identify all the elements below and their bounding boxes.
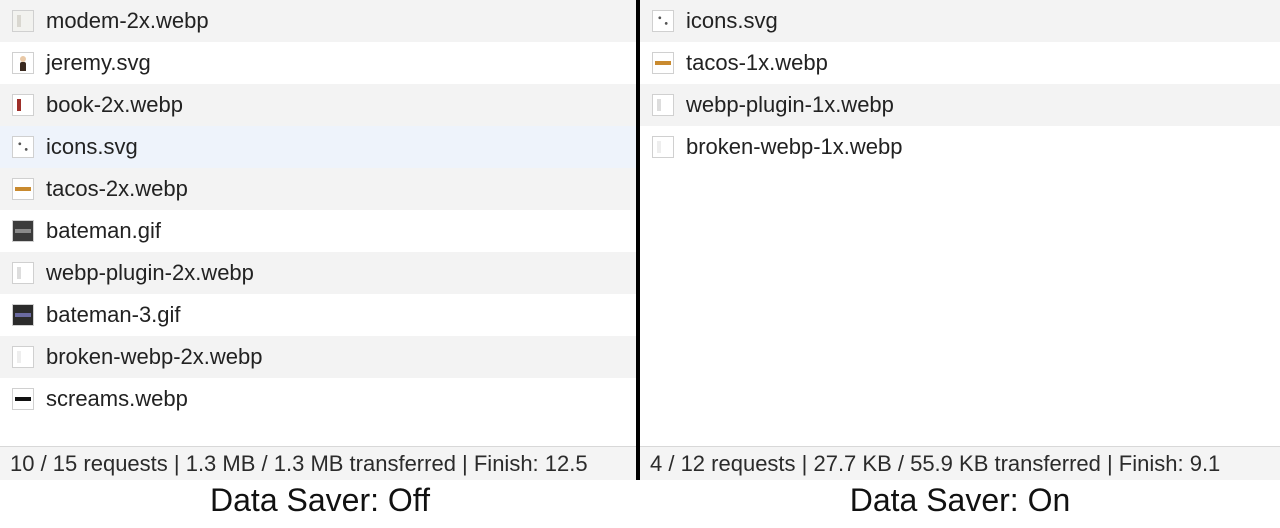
caption-left: Data Saver: Off xyxy=(0,480,640,528)
file-row[interactable]: broken-webp-2x.webp xyxy=(0,336,636,378)
file-thumbnail-icon xyxy=(12,220,34,242)
captions-row: Data Saver: Off Data Saver: On xyxy=(0,480,1280,528)
file-row[interactable]: webp-plugin-1x.webp xyxy=(640,84,1280,126)
file-row[interactable]: jeremy.svg xyxy=(0,42,636,84)
file-row[interactable]: webp-plugin-2x.webp xyxy=(0,252,636,294)
file-thumbnail-icon xyxy=(12,94,34,116)
file-thumbnail-icon xyxy=(12,136,34,158)
file-row[interactable]: icons.svg xyxy=(0,126,636,168)
file-list-right[interactable]: icons.svg tacos-1x.webp webp-plugin-1x.web… xyxy=(640,0,1280,446)
file-name: broken-webp-1x.webp xyxy=(686,134,902,160)
status-bar-right: 4 / 12 requests | 27.7 KB / 55.9 KB tran… xyxy=(640,446,1280,480)
panel-data-saver-off: modem-2x.webp jeremy.svg book-2x.webp icons… xyxy=(0,0,640,480)
status-bar-left: 10 / 15 requests | 1.3 MB / 1.3 MB trans… xyxy=(0,446,636,480)
file-name: screams.webp xyxy=(46,386,188,412)
caption-right: Data Saver: On xyxy=(640,480,1280,528)
file-thumbnail-icon xyxy=(12,178,34,200)
file-thumbnail-icon xyxy=(652,52,674,74)
file-name: webp-plugin-1x.webp xyxy=(686,92,894,118)
file-name: icons.svg xyxy=(686,8,778,34)
file-row[interactable]: bateman.gif xyxy=(0,210,636,252)
file-thumbnail-icon xyxy=(12,346,34,368)
file-thumbnail-icon xyxy=(12,262,34,284)
file-name: bateman.gif xyxy=(46,218,161,244)
file-thumbnail-icon xyxy=(12,304,34,326)
file-name: jeremy.svg xyxy=(46,50,151,76)
panel-data-saver-on: icons.svg tacos-1x.webp webp-plugin-1x.web… xyxy=(640,0,1280,480)
file-row[interactable]: screams.webp xyxy=(0,378,636,420)
file-name: book-2x.webp xyxy=(46,92,183,118)
file-row[interactable]: bateman-3.gif xyxy=(0,294,636,336)
file-list-left[interactable]: modem-2x.webp jeremy.svg book-2x.webp icons… xyxy=(0,0,636,446)
file-name: webp-plugin-2x.webp xyxy=(46,260,254,286)
file-row[interactable]: tacos-1x.webp xyxy=(640,42,1280,84)
file-row[interactable]: icons.svg xyxy=(640,0,1280,42)
comparison-panels: modem-2x.webp jeremy.svg book-2x.webp icons… xyxy=(0,0,1280,480)
file-name: icons.svg xyxy=(46,134,138,160)
file-row[interactable]: book-2x.webp xyxy=(0,84,636,126)
file-name: tacos-1x.webp xyxy=(686,50,828,76)
file-name: broken-webp-2x.webp xyxy=(46,344,262,370)
file-name: modem-2x.webp xyxy=(46,8,209,34)
file-thumbnail-icon xyxy=(652,10,674,32)
file-thumbnail-icon xyxy=(652,94,674,116)
file-name: tacos-2x.webp xyxy=(46,176,188,202)
file-row[interactable]: broken-webp-1x.webp xyxy=(640,126,1280,168)
file-thumbnail-icon xyxy=(652,136,674,158)
file-thumbnail-icon xyxy=(12,52,34,74)
file-thumbnail-icon xyxy=(12,10,34,32)
file-row[interactable]: modem-2x.webp xyxy=(0,0,636,42)
file-name: bateman-3.gif xyxy=(46,302,181,328)
file-row[interactable]: tacos-2x.webp xyxy=(0,168,636,210)
file-thumbnail-icon xyxy=(12,388,34,410)
